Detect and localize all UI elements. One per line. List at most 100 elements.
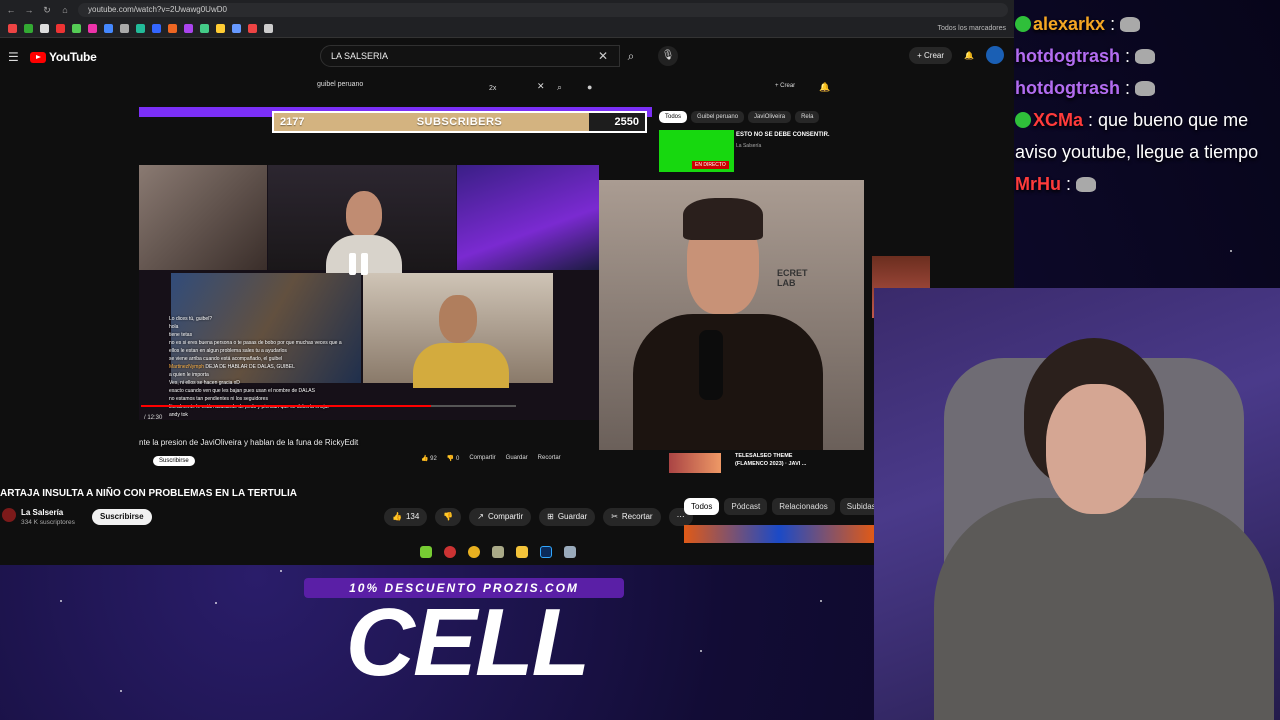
create-button[interactable]: + Crear: [909, 46, 953, 64]
bookmark-icon[interactable]: [104, 24, 113, 33]
inner-dislike-button[interactable]: 👎 0: [447, 455, 459, 462]
inner-subscribe-button[interactable]: Suscribirse: [153, 456, 195, 466]
pause-icon[interactable]: [349, 253, 371, 279]
subscriber-goal-label: SUBSCRIBERS: [416, 116, 503, 128]
video-player[interactable]: guibel peruano 2x ✕ ⌕ ● + Crear 🔔 2177 S…: [139, 75, 864, 480]
chat-separator: :: [1120, 46, 1136, 66]
inner-search-icon[interactable]: ⌕: [557, 82, 562, 93]
overlay-chat-text: Ves, ni ellos se hacen gracia xD: [169, 380, 240, 386]
inner-clear-search-icon[interactable]: ✕: [537, 81, 545, 92]
bookmark-icon[interactable]: [88, 24, 97, 33]
app-icon[interactable]: [420, 546, 432, 558]
app-icon[interactable]: [564, 546, 576, 558]
related-video-thumbnail[interactable]: [684, 525, 874, 543]
video-progress-fill: [141, 405, 431, 407]
clip-button[interactable]: ✂ Recortar: [603, 508, 661, 526]
cat-emote-icon: [1076, 177, 1097, 192]
star: [700, 650, 702, 652]
youtube-play-icon: [30, 51, 46, 63]
chip-all[interactable]: Todos: [684, 498, 720, 515]
stream-chat-overlay: Lo dices tú, guibel? hola tiene tetas no es…: [169, 315, 349, 419]
star: [120, 690, 122, 692]
reload-icon[interactable]: ↻: [42, 5, 52, 15]
inner-chip[interactable]: Rela: [795, 111, 820, 123]
inner-dislike-count: 0: [455, 456, 460, 462]
inner-create-button[interactable]: + Crear: [775, 83, 795, 89]
recommended-channel[interactable]: La Salsería: [736, 143, 761, 149]
bookmark-icon[interactable]: [136, 24, 145, 33]
ad-brand-text: CELL: [345, 589, 591, 696]
home-icon[interactable]: ⌂: [60, 5, 70, 15]
like-button[interactable]: 👍 134: [384, 508, 428, 526]
inner-microphone-icon[interactable]: ●: [587, 82, 592, 92]
inner-share-button[interactable]: Compartir: [469, 455, 495, 462]
inner-chip[interactable]: JaviOliveira: [748, 111, 792, 123]
recommended-thumbnail[interactable]: [669, 453, 721, 473]
streamer-camera: [874, 288, 1280, 720]
bookmark-icon[interactable]: [216, 24, 225, 33]
cat-emote-icon: [1135, 49, 1156, 64]
inner-search-input[interactable]: guibel peruano: [317, 81, 363, 88]
search-input[interactable]: LA SALSERIA: [320, 45, 620, 67]
bookmark-icon[interactable]: [248, 24, 257, 33]
related-filter-chips: Todos Pódcast Relacionados Subidas re: [684, 498, 892, 515]
bookmark-icon[interactable]: [232, 24, 241, 33]
all-bookmarks-label[interactable]: Todos los marcadores: [938, 25, 1006, 32]
forward-icon[interactable]: →: [24, 5, 34, 15]
save-button[interactable]: ⊞ Guardar: [539, 508, 596, 526]
chrome-icon[interactable]: [468, 546, 480, 558]
microphone-icon[interactable]: 🎙: [658, 46, 678, 66]
channel-avatar[interactable]: [2, 508, 16, 522]
bookmark-icon[interactable]: [24, 24, 33, 33]
bookmark-icon[interactable]: [152, 24, 161, 33]
back-icon[interactable]: ←: [6, 5, 16, 15]
clear-search-icon[interactable]: ✕: [598, 49, 608, 63]
chip-podcast[interactable]: Pódcast: [724, 498, 768, 515]
bookmark-icon[interactable]: [40, 24, 49, 33]
app-icon[interactable]: [444, 546, 456, 558]
youtube-logo[interactable]: YouTube: [30, 50, 97, 64]
dislike-button[interactable]: 👎: [435, 508, 462, 526]
overlay-chat-text: no estamos tan pendientes ni los seguido…: [169, 396, 268, 402]
avatar[interactable]: [986, 46, 1004, 64]
chip-related[interactable]: Relacionados: [772, 498, 835, 515]
live-badge: EN DIRECTO: [692, 161, 729, 169]
overlay-chat-text: se viene arriba cuando está acompañado, …: [169, 356, 283, 362]
bookmark-icon[interactable]: [264, 24, 273, 33]
overlay-chat-text: hola: [169, 324, 179, 330]
person-face: [1046, 384, 1146, 514]
recommended-title[interactable]: TELESALSEO THEME (FLAMENCO 2023) · JAVI …: [735, 452, 825, 468]
stream-ticker: nte la presion de JaviOliveira y hablan …: [139, 438, 359, 447]
bookmark-icon[interactable]: [8, 24, 17, 33]
app-icon[interactable]: [492, 546, 504, 558]
bookmark-icon[interactable]: [184, 24, 193, 33]
bookmark-icon[interactable]: [168, 24, 177, 33]
bookmark-icon[interactable]: [56, 24, 65, 33]
inner-chip[interactable]: Todos: [659, 111, 688, 123]
inner-clip-button[interactable]: Recortar: [538, 455, 561, 462]
url-field[interactable]: youtube.com/watch?v=2Uwawg0UwD0: [78, 3, 1008, 17]
inner-like-button[interactable]: 👍 92: [421, 455, 437, 462]
chat-username: hotdogtrash: [1015, 78, 1120, 98]
inner-save-button[interactable]: Guardar: [506, 455, 528, 462]
channel-name[interactable]: La Salsería: [21, 508, 63, 517]
photoshop-icon[interactable]: [540, 546, 552, 558]
recommended-title[interactable]: ESTO NO SE DEBE CONSENTIR.: [736, 131, 836, 139]
folder-icon[interactable]: [516, 546, 528, 558]
share-button[interactable]: ↗ Compartir: [469, 508, 532, 526]
search-icon[interactable]: ⌕: [620, 45, 642, 67]
bookmark-icon[interactable]: [200, 24, 209, 33]
recommended-thumbnail[interactable]: EN DIRECTO: [659, 130, 734, 172]
hamburger-menu-icon[interactable]: ☰: [8, 50, 20, 64]
bookmark-icon[interactable]: [120, 24, 129, 33]
bookmark-icon[interactable]: [72, 24, 81, 33]
inner-notifications-icon[interactable]: 🔔: [819, 82, 830, 93]
video-progress-bar[interactable]: [141, 405, 516, 407]
bookmarks-bar: Todos los marcadores: [0, 20, 1014, 38]
overlay-chat-line: no es si eres buena persona o te pasas d…: [169, 339, 349, 355]
notifications-bell-icon[interactable]: 🔔: [964, 51, 974, 60]
inner-chip[interactable]: Guibel peruano: [691, 111, 745, 123]
overlay-chat-line: Ves, ni ellos se hacen gracia xD: [169, 379, 349, 387]
subscribe-button[interactable]: Suscribirse: [92, 509, 152, 525]
chat-separator: :: [1120, 78, 1136, 98]
